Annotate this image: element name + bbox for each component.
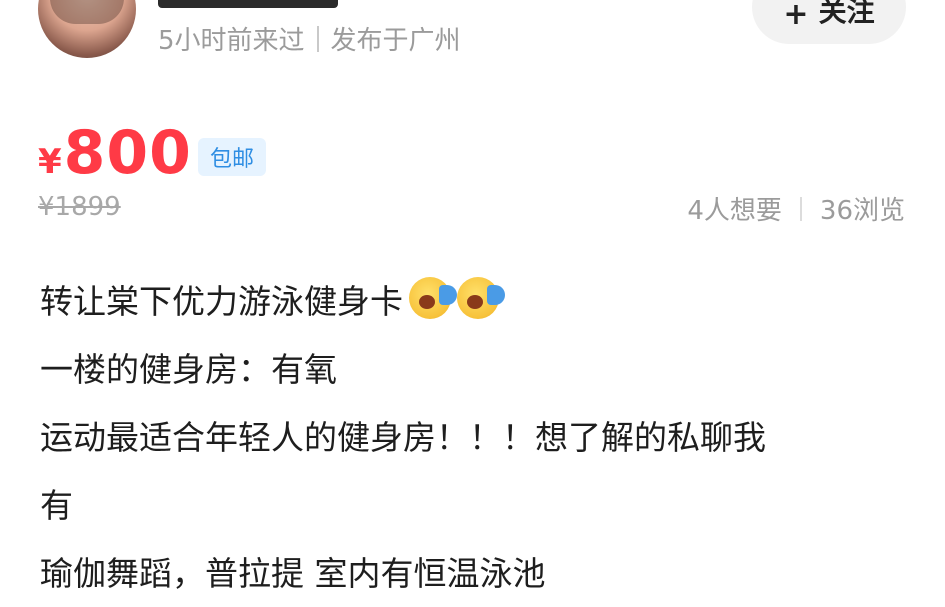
meta-divider <box>316 25 319 52</box>
avatar[interactable] <box>38 0 136 58</box>
listing-stats: 4人想要 36浏览 <box>687 190 905 227</box>
plus-icon: + <box>783 0 809 32</box>
follow-label: 关注 <box>818 0 875 28</box>
user-meta: 5小时前来过 发布于广州 <box>158 20 461 57</box>
wants-count: 4人想要 <box>687 196 782 226</box>
original-price: ¥1899 <box>38 192 121 222</box>
description-line: 一楼的健身房：有氧 <box>40 350 337 389</box>
description-line: 瑜伽舞蹈，普拉提 室内有恒温泳池 <box>40 554 546 593</box>
stats-divider <box>799 196 802 221</box>
screaming-megaphone-icon <box>457 277 505 319</box>
free-shipping-badge: 包邮 <box>198 138 267 176</box>
listing-page: 5小时前来过 发布于广州 + 关注 ¥ 800 包邮 ¥1899 4人想要 36… <box>0 0 945 607</box>
location-text: 发布于广州 <box>330 26 461 56</box>
user-name[interactable] <box>158 0 338 8</box>
description-line: 转让棠下优力游泳健身卡 <box>40 268 910 336</box>
last-seen-text: 5小时前来过 <box>158 26 305 56</box>
description-line: 有 <box>40 486 73 525</box>
views-count: 36浏览 <box>819 196 905 226</box>
listing-description: 转让棠下优力游泳健身卡 一楼的健身房：有氧 运动最适合年轻人的健身房！！！想了解… <box>40 268 910 607</box>
price-value: 800 <box>63 118 192 188</box>
currency-symbol: ¥ <box>38 142 62 182</box>
screaming-megaphone-icon <box>409 277 457 319</box>
description-text: 转让棠下优力游泳健身卡 <box>40 282 403 321</box>
description-line: 运动最适合年轻人的健身房！！！想了解的私聊我 <box>40 418 766 457</box>
follow-button[interactable]: + 关注 <box>752 0 906 44</box>
price: ¥ 800 <box>38 118 192 188</box>
